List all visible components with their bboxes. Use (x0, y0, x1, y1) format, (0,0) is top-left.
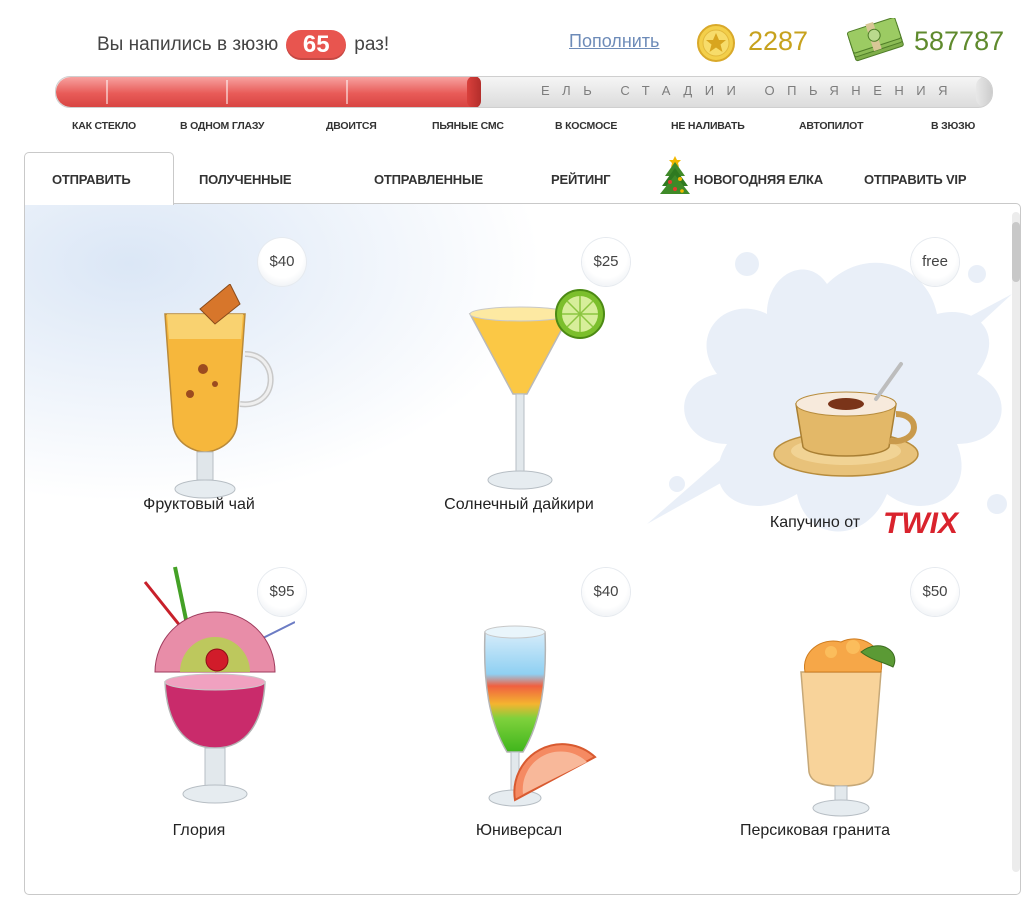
price-badge: free (911, 238, 959, 286)
drunkenness-meter: ЕЛЬ СТАДИИ ОПЬЯНЕНИЯ (55, 76, 993, 108)
scrollbar-thumb[interactable] (1012, 222, 1020, 282)
peach-granita-glass-icon (800, 638, 896, 817)
drink-card-gloria[interactable]: $95 Глория (49, 562, 349, 882)
gloria-cocktail-icon (143, 566, 295, 804)
fruit-tea-glass-icon (164, 284, 274, 499)
meter-fill (56, 77, 478, 107)
tab-rating[interactable]: РЕЙТИНГ (551, 172, 611, 187)
twix-logo-text: TWIX (883, 507, 960, 540)
drink-card-universal[interactable]: $40 Юниверсал (369, 562, 669, 882)
stage-label: АВТОПИЛОТ (799, 120, 864, 132)
stage-label: В ЗЮЗЮ (931, 120, 976, 132)
meter-divider (226, 80, 228, 104)
price-badge: $25 (582, 238, 630, 286)
drink-card-cappuccino-twix[interactable]: free Капучино от TWIX (705, 224, 1005, 544)
drunk-count-badge: 65 (286, 30, 347, 60)
tab-send-vip[interactable]: ОТПРАВИТЬ VIP (864, 172, 966, 187)
twix-logo: TWIX (883, 507, 960, 540)
price-badge: $40 (582, 568, 630, 616)
tab-sent[interactable]: ОТПРАВЛЕННЫЕ (374, 172, 483, 187)
drink-card-fruit-tea[interactable]: $40 Фруктовый чай (49, 224, 349, 544)
tab-bar: ОТПРАВИТЬ ПОЛУЧЕННЫЕ ОТПРАВЛЕННЫЕ РЕЙТИН… (0, 152, 1034, 205)
cappuccino-cup-icon (773, 362, 919, 477)
tab-new-year-tree[interactable]: НОВОГОДНЯЯ ЕЛКА (694, 172, 823, 187)
drinks-panel: $40 Фруктовый чай $25 Солнечный дайкири … (24, 203, 1021, 895)
drunk-counter: Вы напились в зюзю 65 раз! (97, 30, 389, 60)
topup-link[interactable]: Пополнить (569, 31, 659, 52)
money-stack-icon (846, 18, 904, 62)
stage-label: ДВОИТСЯ (326, 120, 377, 132)
stage-label: ПЬЯНЫЕ СМС (432, 120, 504, 132)
daiquiri-glass-icon (468, 289, 605, 490)
drink-name: Юниверсал (475, 822, 563, 839)
universal-layered-glass-icon (483, 625, 597, 807)
christmas-tree-icon (660, 156, 690, 194)
drink-name: Солнечный дайкири (444, 496, 594, 513)
drink-card-sunny-daiquiri[interactable]: $25 Солнечный дайкири (369, 224, 669, 544)
meter-label: ЕЛЬ СТАДИИ ОПЬЯНЕНИЯ (541, 83, 960, 98)
drunk-suffix: раз! (354, 34, 390, 55)
coin-icon (697, 24, 735, 62)
price-badge: $40 (258, 238, 306, 286)
tab-received[interactable]: ПОЛУЧЕННЫЕ (199, 172, 292, 187)
drunk-prefix: Вы напились в зюзю (97, 34, 279, 55)
drink-name: Фруктовый чай (143, 496, 255, 513)
meter-knob (467, 77, 482, 107)
money-value: 587787 (914, 26, 1005, 56)
stage-label: В ОДНОМ ГЛАЗУ (180, 120, 265, 132)
stage-label: НЕ НАЛИВАТЬ (671, 120, 745, 132)
price-badge: $50 (911, 568, 959, 616)
stage-label: В КОСМОСЕ (555, 120, 618, 132)
stage-label: КАК СТЕКЛО (72, 120, 136, 132)
drink-name: Персиковая гранита (739, 822, 891, 839)
meter-divider (346, 80, 348, 104)
meter-divider (106, 80, 108, 104)
scrollbar[interactable] (1012, 212, 1020, 872)
meter-end-cap (976, 77, 992, 107)
meter-stage-labels: КАК СТЕКЛО В ОДНОМ ГЛАЗУ ДВОИТСЯ ПЬЯНЫЕ … (0, 120, 1034, 136)
drink-name: Глория (172, 822, 226, 839)
tab-send[interactable]: ОТПРАВИТЬ (52, 172, 131, 187)
coins-value: 2287 (748, 26, 809, 56)
top-header: Вы напились в зюзю 65 раз! Пополнить 228… (0, 0, 1034, 80)
drink-card-peach-granita[interactable]: $50 Персиковая гранита (705, 562, 1005, 882)
